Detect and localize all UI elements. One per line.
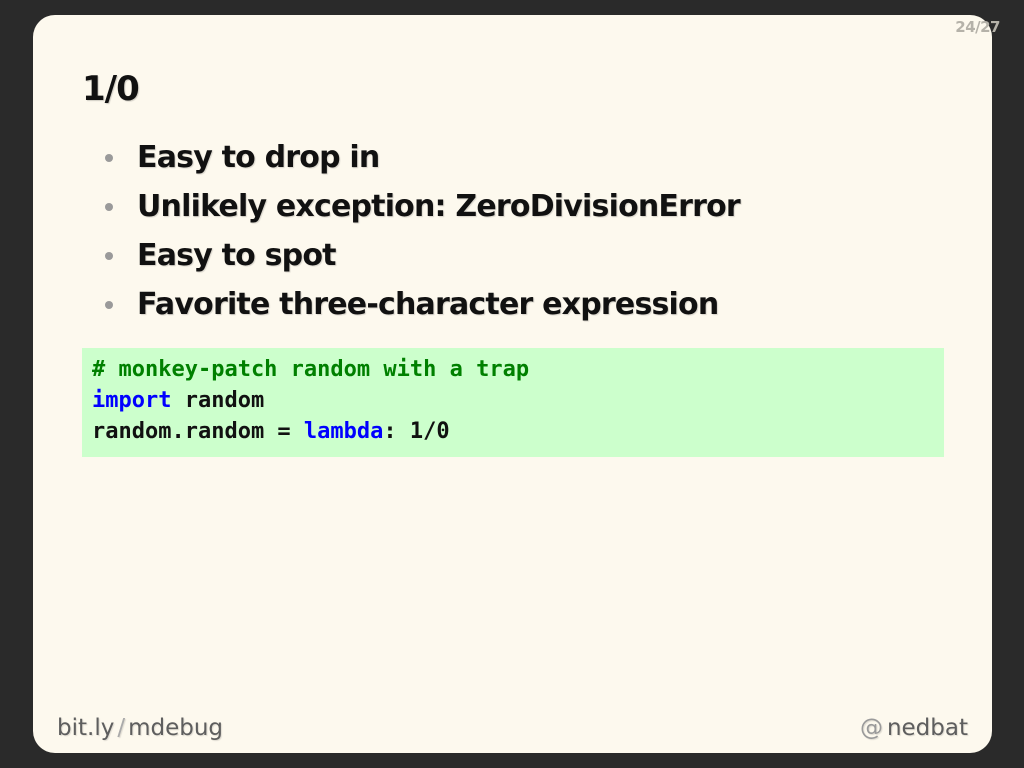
footer-handle: @ nedbat bbox=[860, 715, 968, 741]
code-line-comment: # monkey-patch random with a trap bbox=[92, 354, 934, 385]
footer-link: bit.ly / mdebug bbox=[57, 715, 223, 741]
bullet-dot-icon bbox=[105, 203, 113, 211]
bullet-text: Easy to spot bbox=[137, 238, 336, 273]
bullet-item: Unlikely exception: ZeroDivisionError bbox=[103, 182, 741, 231]
page-counter: 24/27 bbox=[955, 18, 1000, 36]
footer-link-separator: / bbox=[117, 715, 126, 741]
bullet-dot-icon bbox=[105, 252, 113, 260]
code-block: # monkey-patch random with a trap import … bbox=[82, 348, 944, 457]
bullet-dot-icon bbox=[105, 154, 113, 162]
bullet-dot-icon bbox=[105, 301, 113, 309]
footer-link-host: bit.ly bbox=[57, 715, 115, 741]
bullet-list: Easy to drop in Unlikely exception: Zero… bbox=[103, 133, 741, 329]
code-line-assignment: random.random = lambda: 1/0 bbox=[92, 416, 934, 447]
code-comment: # monkey-patch random with a trap bbox=[92, 357, 530, 382]
slide-title: 1/0 bbox=[82, 69, 140, 109]
code-keyword-lambda: lambda bbox=[303, 419, 384, 444]
bullet-item: Easy to spot bbox=[103, 231, 740, 280]
footer-handle-name: nedbat bbox=[886, 715, 968, 741]
bullet-text: Favorite three-character expression bbox=[137, 287, 719, 322]
code-line-import: import random bbox=[92, 385, 934, 416]
code-text: : 1/0 bbox=[383, 419, 450, 444]
bullet-item: Favorite three-character expression bbox=[103, 280, 740, 329]
code-keyword-import: import bbox=[92, 388, 172, 413]
code-text: random bbox=[171, 388, 265, 413]
bullet-text: Unlikely exception: ZeroDivisionError bbox=[137, 189, 741, 224]
code-text: random.random = bbox=[92, 419, 304, 444]
footer-link-path: mdebug bbox=[128, 715, 224, 741]
bullet-item: Easy to drop in bbox=[103, 133, 740, 182]
bullet-text: Easy to drop in bbox=[137, 140, 380, 175]
at-icon: @ bbox=[859, 715, 883, 741]
slide: 24/27 1/0 Easy to drop in Unlikely excep… bbox=[33, 15, 1000, 753]
